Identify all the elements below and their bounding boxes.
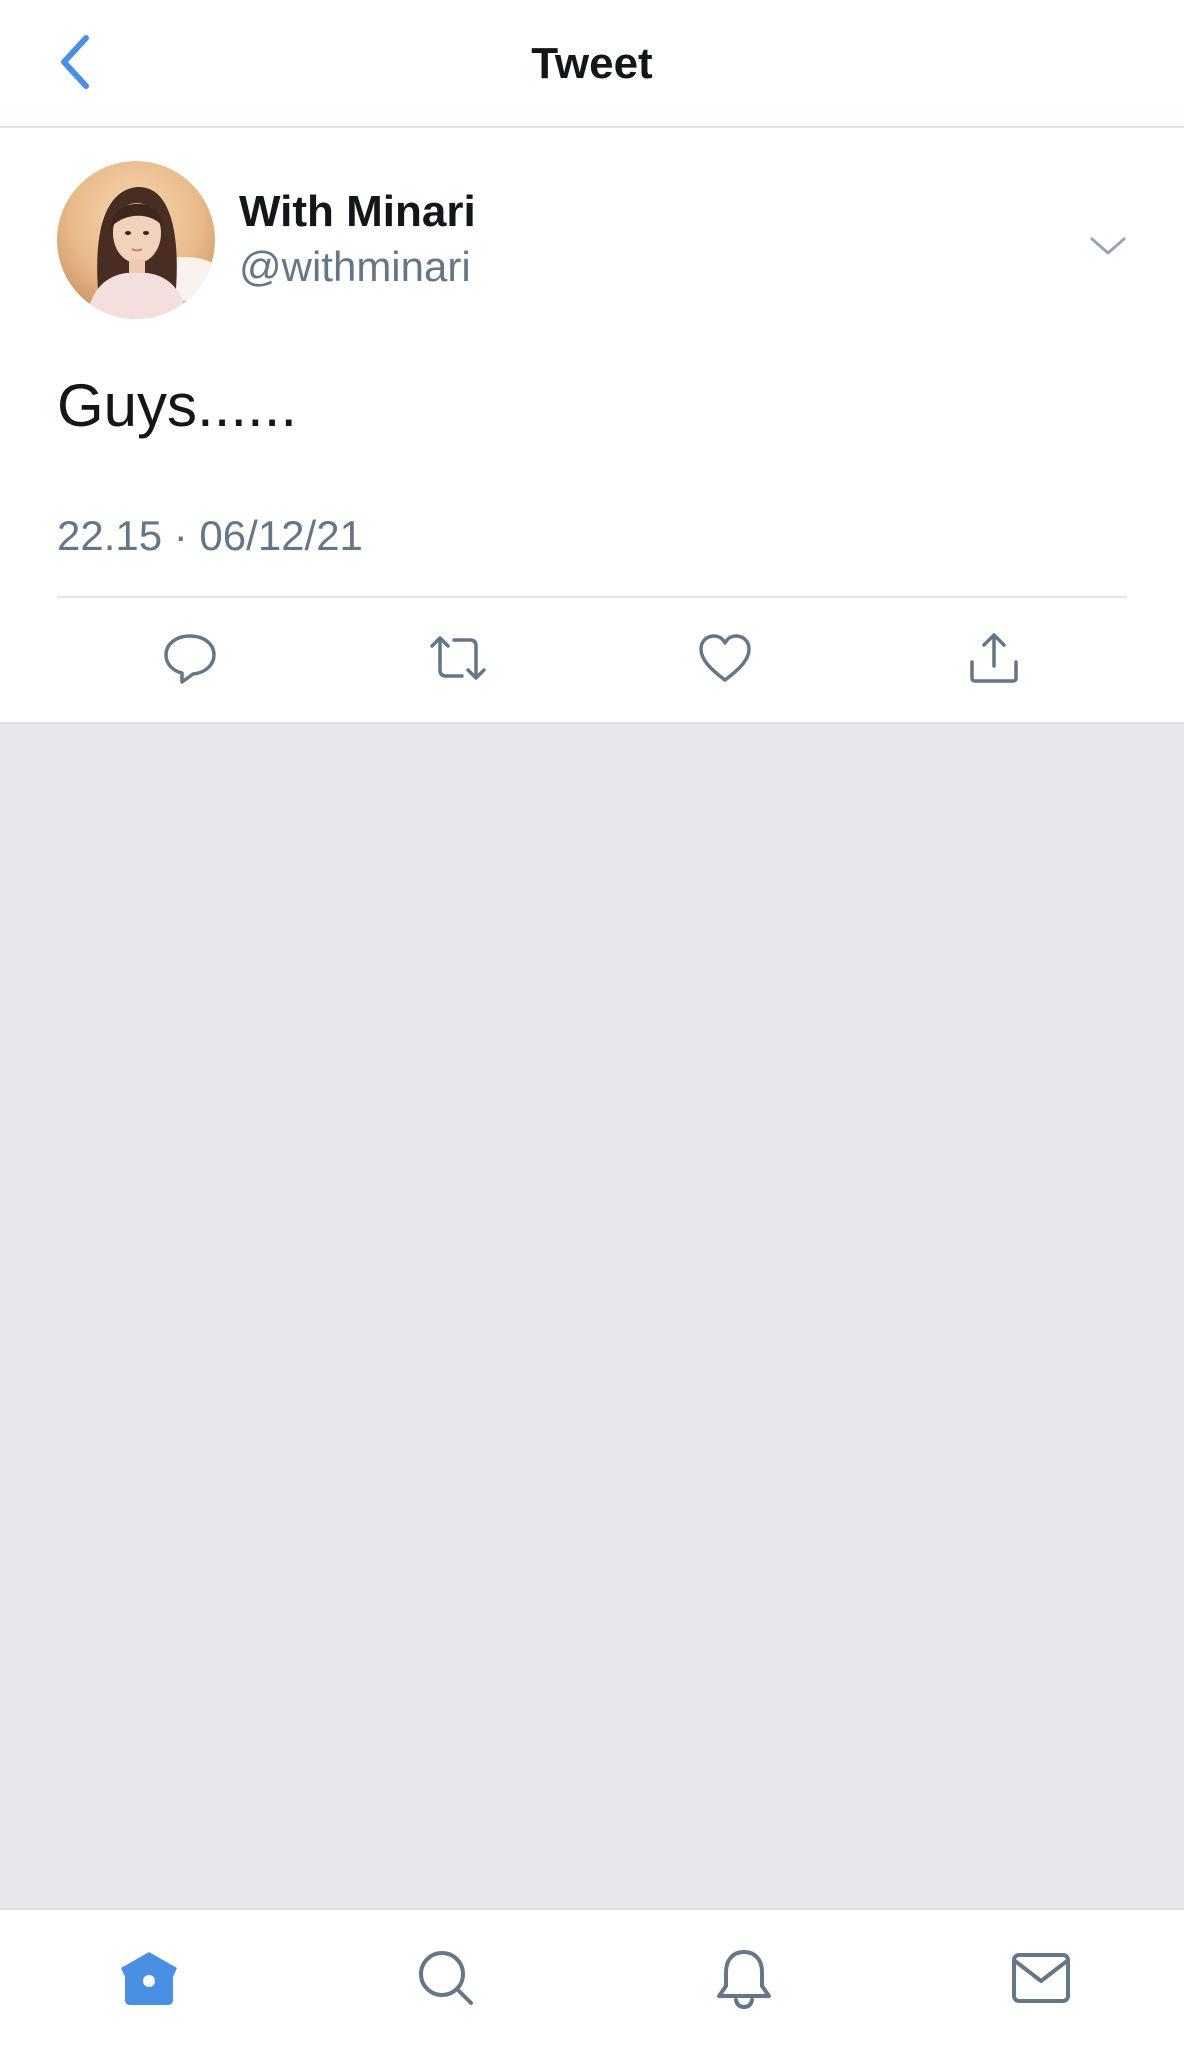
page-title: Tweet <box>531 39 653 88</box>
avatar[interactable] <box>57 161 215 319</box>
mail-icon <box>1010 1951 1072 2010</box>
reply-button[interactable] <box>154 624 226 696</box>
retweet-button[interactable] <box>422 624 494 696</box>
like-button[interactable] <box>689 624 761 696</box>
home-icon <box>117 1948 181 2013</box>
bell-icon <box>714 1946 774 2015</box>
top-bar: Tweet <box>0 0 1184 128</box>
tweet-actions <box>57 598 1127 722</box>
empty-replies-area <box>0 724 1184 1908</box>
chevron-down-icon <box>1088 234 1128 263</box>
retweet-icon <box>426 630 490 691</box>
tab-notifications[interactable] <box>708 1944 780 2016</box>
heart-icon <box>697 632 753 689</box>
bottom-tab-bar <box>0 1908 1184 2048</box>
share-button[interactable] <box>958 624 1030 696</box>
tab-messages[interactable] <box>1005 1944 1077 2016</box>
tweet-text: Guys...... <box>57 372 298 439</box>
search-icon <box>416 1948 476 2013</box>
share-icon <box>966 630 1022 691</box>
tab-search[interactable] <box>410 1944 482 2016</box>
tab-home[interactable] <box>113 1944 185 2016</box>
more-options-button[interactable] <box>1086 226 1130 270</box>
tweet-timestamp: 22.15 · 06/12/21 <box>57 512 363 559</box>
author-name[interactable]: With Minari <box>239 186 476 238</box>
reply-icon <box>162 630 218 691</box>
author-handle[interactable]: @withminari <box>239 242 471 292</box>
tweet-detail: With Minari @withminari Guys...... 22.15… <box>0 128 1184 724</box>
